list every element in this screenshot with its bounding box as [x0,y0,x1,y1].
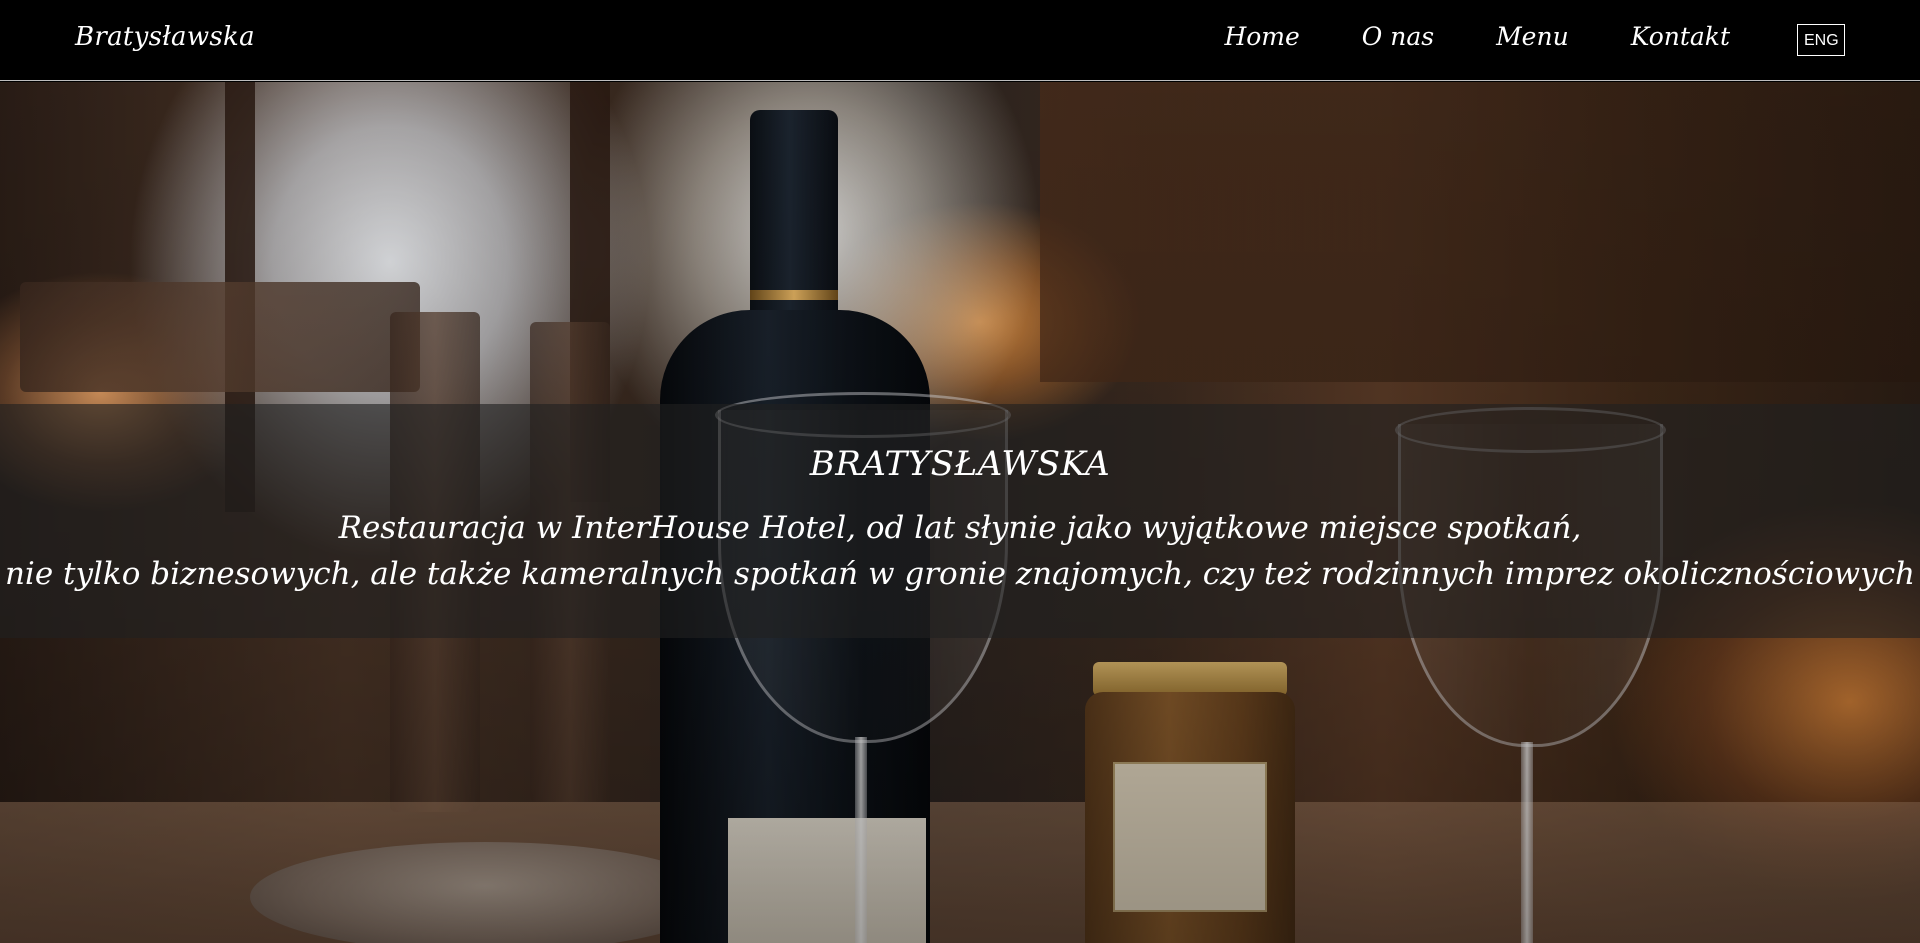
hero-subtitle-line-1: Restauracja w InterHouse Hotel, od lat s… [338,510,1582,546]
hero-subtitle-line-2: nie tylko biznesowych, ale także kameral… [4,556,1916,592]
nav-link-menu[interactable]: Menu [1496,22,1569,51]
nav-link-home[interactable]: Home [1224,22,1299,51]
navbar: Bratysławska Home O nas Menu Kontakt ENG [0,0,1920,81]
nav-link-kontakt[interactable]: Kontakt [1631,22,1730,51]
main-nav: Home O nas Menu Kontakt [1162,22,1730,51]
language-switch-button[interactable]: ENG [1797,24,1845,56]
brand-logo-link[interactable]: Bratysławska [75,22,255,52]
hero-title: BRATYSŁAWSKA [809,444,1111,484]
nav-link-o-nas[interactable]: O nas [1362,22,1434,51]
